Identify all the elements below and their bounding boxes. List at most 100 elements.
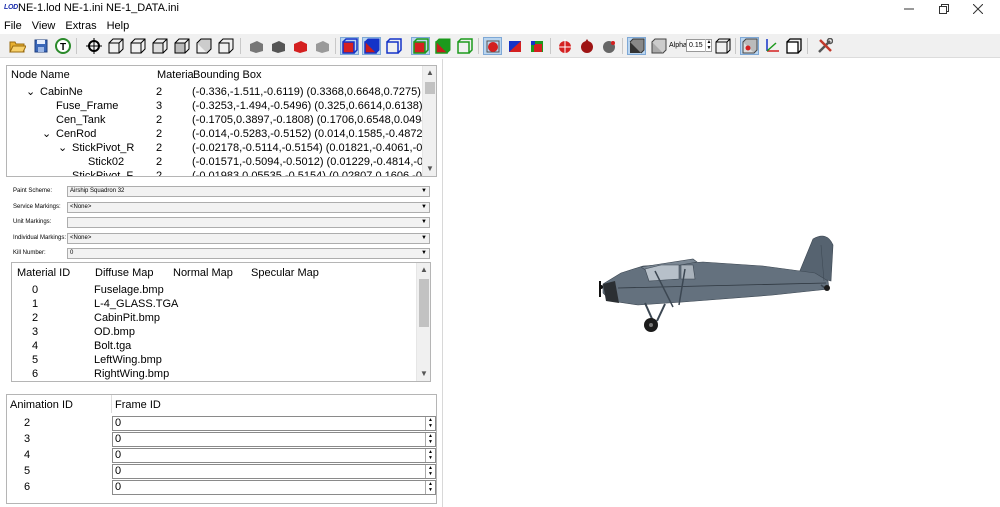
shade-color-button[interactable] (290, 37, 309, 55)
column-header-material-id[interactable]: Material ID (17, 264, 70, 282)
column-header-node-name[interactable]: Node Name (11, 66, 70, 84)
column-header-specular-map[interactable]: Specular Map (251, 264, 319, 282)
shade-gray-button[interactable] (312, 37, 331, 55)
expand-icon[interactable]: ⌄ (26, 85, 35, 99)
view-left-button[interactable] (150, 37, 169, 55)
spinner-arrows-icon[interactable]: ▲ ▼ (425, 481, 435, 494)
view-bottom-button[interactable] (216, 37, 235, 55)
node-tree-scrollbar[interactable]: ▲ ▼ (422, 66, 436, 176)
paint-scheme-select[interactable]: Airship Squadron 32 ▼ (67, 186, 430, 197)
column-header-material[interactable]: Materia (157, 66, 194, 84)
animation-list[interactable]: Animation ID Frame ID 2 0 ▲ ▼ 3 0 ▲ ▼ 4 0 ▲ ▼ … (6, 394, 437, 504)
frame-id-stepper[interactable]: 0 ▲ ▼ (112, 448, 436, 463)
scroll-down-icon[interactable]: ▼ (417, 367, 430, 381)
paint-scheme-label: Paint Scheme: (13, 188, 53, 194)
column-header-animation-id[interactable]: Animation ID (10, 396, 73, 414)
view-back-button[interactable] (128, 37, 147, 55)
texture-button[interactable]: T (53, 37, 72, 55)
blue-wire-button[interactable] (340, 37, 359, 55)
alpha-spinner[interactable]: ▲ ▼ (705, 39, 712, 52)
blue-outline-button[interactable] (384, 37, 403, 55)
green-solid-button[interactable] (433, 37, 452, 55)
column-header-diffuse-map[interactable]: Diffuse Map (95, 264, 154, 282)
frame-id-stepper[interactable]: 0 ▲ ▼ (112, 416, 436, 431)
close-button[interactable] (955, 0, 1000, 18)
spinner-arrows-icon[interactable]: ▲ ▼ (425, 417, 435, 430)
model-viewport[interactable] (442, 59, 1000, 507)
view-top-button[interactable] (194, 37, 213, 55)
green-outline-button[interactable] (455, 37, 474, 55)
scroll-up-icon[interactable]: ▲ (417, 263, 430, 277)
expand-icon[interactable]: ⌄ (42, 127, 51, 141)
expand-icon[interactable]: ⌄ (58, 141, 67, 155)
diffuse-map: LeftWing.bmp (94, 354, 162, 366)
hook-gray-button[interactable] (599, 37, 618, 55)
menu-extras[interactable]: Extras (60, 18, 101, 34)
zoom-fit-button[interactable] (84, 37, 103, 55)
unit-markings-select[interactable]: ▼ (67, 217, 430, 228)
scroll-up-icon[interactable]: ▲ (423, 66, 436, 80)
tree-row[interactable]: ⌄ CenRod 2 (-0.014,-0.5283,-0.5152) (0.0… (7, 127, 426, 141)
blue-solid-button[interactable] (362, 37, 381, 55)
shade-flat-button[interactable] (246, 37, 265, 55)
tree-row[interactable]: ⌄ StickPivot_R 2 (-0.02178,-0.5114,-0.51… (7, 141, 436, 155)
kill-number-label: Kill Number: (13, 250, 46, 256)
transparent-solid-button[interactable] (627, 37, 646, 55)
frame-id-stepper[interactable]: 0 ▲ ▼ (112, 432, 436, 447)
aircraft-model (599, 235, 834, 332)
view-right-button[interactable] (172, 37, 191, 55)
frame-id-stepper[interactable]: 0 ▲ ▼ (112, 464, 436, 479)
transparent-gray-button[interactable] (649, 37, 668, 55)
tree-row[interactable]: Fuse_Frame 3 (-0.3253,-1.494,-0.5496) (0… (7, 99, 423, 113)
column-header-frame-id[interactable]: Frame ID (115, 396, 161, 414)
expand-icon[interactable]: ⌄ (58, 169, 67, 176)
material-list-scrollbar[interactable]: ▲ ▼ (416, 263, 430, 381)
node-tree[interactable]: Node Name Materia Bounding Box ⌄ CabinNe… (6, 65, 437, 177)
bounding-red-button[interactable] (483, 37, 502, 55)
bounding-multi-button[interactable] (527, 37, 546, 55)
scroll-down-icon[interactable]: ▼ (423, 162, 436, 176)
scroll-thumb[interactable] (425, 82, 435, 94)
hook-red-button[interactable] (555, 37, 574, 55)
menu-view[interactable]: View (27, 18, 61, 34)
gray-ball-icon (602, 41, 615, 53)
tree-row[interactable]: Stick02 2 (-0.01571,-0.5094,-0.5012) (0.… (7, 155, 436, 169)
green-wire-button[interactable] (411, 37, 430, 55)
material-list[interactable]: Material ID Diffuse Map Normal Map Specu… (11, 262, 431, 382)
animation-id: 6 (24, 481, 31, 493)
tree-row[interactable]: ⌄ StickPivot_F 2 (-0.01983,0.05535,-0.51… (7, 169, 436, 177)
scroll-thumb[interactable] (419, 279, 429, 327)
tree-row[interactable]: ⌄ CabinNe 2 (-0.336,-1.511,-0.6119) (0.3… (7, 85, 422, 99)
spinner-arrows-icon[interactable]: ▲ ▼ (425, 433, 435, 446)
tools-button[interactable] (815, 37, 834, 55)
column-header-bounding-box[interactable]: Bounding Box (193, 66, 262, 84)
shade-smooth-button[interactable] (268, 37, 287, 55)
tree-row[interactable]: Cen_Tank 2 (-0.1705,0.3897,-0.1808) (0.1… (7, 113, 436, 127)
red-blob-cube-icon (486, 40, 499, 53)
texture-view-button[interactable] (740, 37, 759, 55)
individual-markings-select[interactable]: <None> ▼ (67, 233, 430, 244)
menu-help[interactable]: Help (102, 18, 135, 34)
service-markings-select[interactable]: <None> ▼ (67, 202, 430, 213)
view-front-button[interactable] (106, 37, 125, 55)
wire-transparent-button[interactable] (713, 37, 732, 55)
diffuse-map: L-4_GLASS.TGA (94, 298, 179, 310)
menu-file[interactable]: File (0, 18, 27, 34)
open-button[interactable] (8, 37, 27, 55)
chevron-down-icon: ▼ (421, 219, 427, 225)
animation-id: 4 (24, 449, 31, 461)
material-id: 3 (32, 326, 39, 338)
axes-button[interactable] (762, 37, 781, 55)
save-button[interactable] (31, 37, 50, 55)
frame-id-stepper[interactable]: 0 ▲ ▼ (112, 480, 436, 495)
spinner-arrows-icon[interactable]: ▲ ▼ (425, 465, 435, 478)
hook-darkred-button[interactable] (577, 37, 596, 55)
spinner-arrows-icon[interactable]: ▲ ▼ (425, 449, 435, 462)
kill-number-select[interactable]: 0 ▼ (67, 248, 430, 259)
axes-icon (765, 39, 779, 52)
title-bar: LOD NE-1.lod NE-1.ini NE-1_DATA.ini (0, 0, 1000, 18)
bounding-blue-button[interactable] (505, 37, 524, 55)
column-header-normal-map[interactable]: Normal Map (173, 264, 233, 282)
node-name: StickPivot_F (72, 170, 134, 177)
bounding-box-button[interactable] (784, 37, 803, 55)
